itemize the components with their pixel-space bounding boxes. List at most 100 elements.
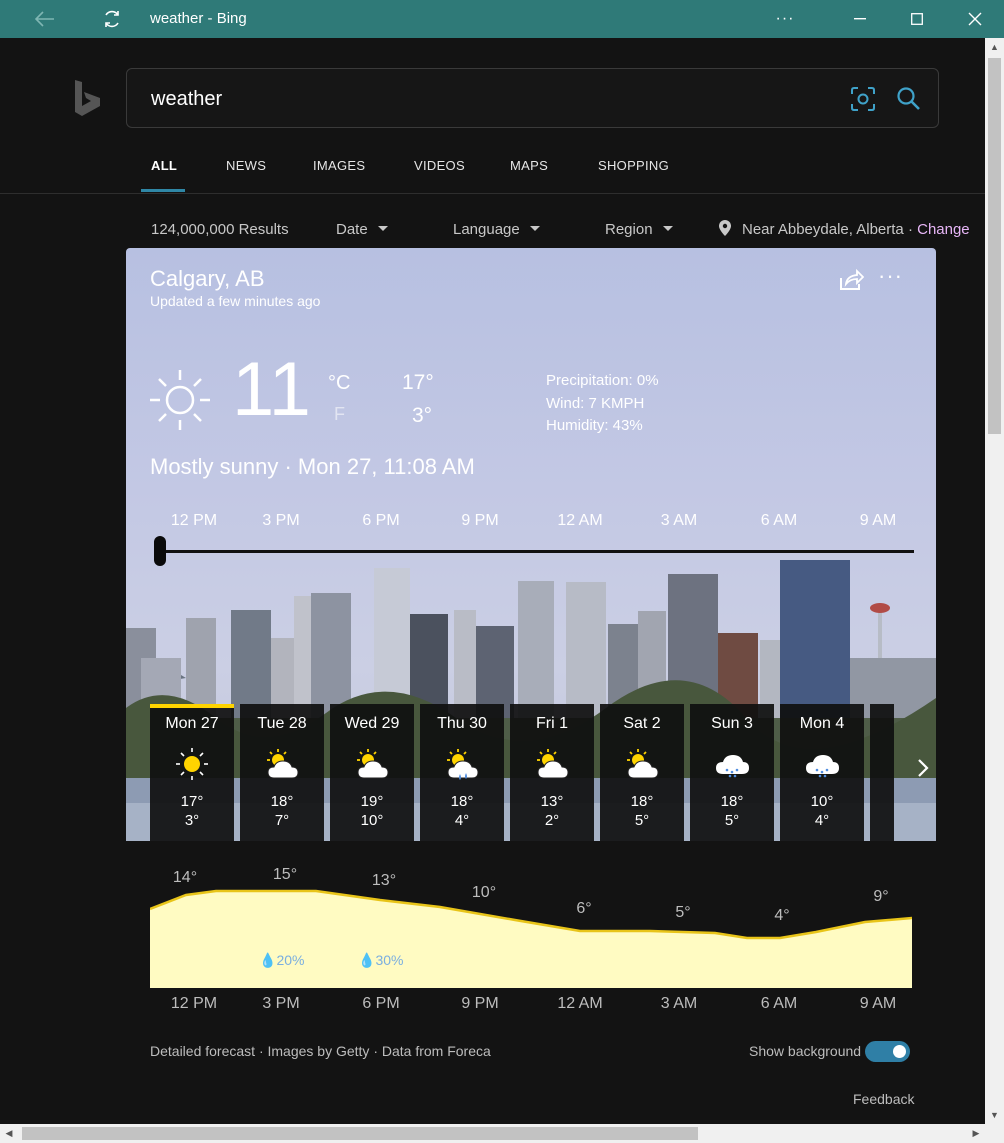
forecast-day-name: Sun 3 [711,715,753,732]
forecast-day-name: Tue 28 [257,715,307,732]
forecast-credits[interactable]: Detailed forecast · Images by Getty · Da… [150,1043,491,1059]
back-arrow-icon[interactable] [30,0,60,38]
forecast-low: 10° [360,812,384,829]
raindrop-icon: 💧 [358,952,376,968]
forecast-low: 3° [184,812,200,829]
search-input[interactable] [151,83,831,115]
hour-label[interactable]: 3 PM [241,512,321,530]
forecast-day[interactable]: Tu 1 4 [870,704,894,841]
forecast-low: 4 [870,812,894,829]
location-label: Near Abbeydale, Alberta · [742,221,918,238]
title-bar: weather - Bing ··· [0,0,1004,38]
search-icon[interactable] [895,85,923,113]
bing-logo[interactable] [72,78,104,118]
scroll-up-icon[interactable]: ▲ [985,38,1004,56]
tab-shopping[interactable]: SHOPPING [598,158,669,173]
condition-text: Mostly sunny · Mon 27, 11:08 AM [150,454,475,479]
sunny-icon [172,746,212,782]
chevron-down-icon [377,225,388,231]
window-title: weather - Bing [150,10,247,27]
change-location-link[interactable]: Change [917,221,970,238]
time-slider-track[interactable] [156,550,914,553]
date-filter[interactable]: Date [336,221,388,238]
forecast-day[interactable]: Mon 27 17° 3° [150,704,234,841]
minimize-icon[interactable] [845,0,875,38]
refresh-icon[interactable] [98,0,126,38]
raindrop-icon: 💧 [259,952,277,968]
forecast-day[interactable]: Mon 4 10° 4° [780,704,864,841]
forecast-day-name: Sat 2 [623,715,661,732]
graph-temp: 5° [675,904,691,921]
partly-cloudy-icon [352,746,392,782]
language-filter[interactable]: Language [453,221,540,238]
hour-label[interactable]: 3 AM [639,512,719,530]
hour-label[interactable]: 9 AM [838,512,918,530]
snow-cloud-icon [802,746,842,782]
unit-fahrenheit[interactable]: F [334,404,345,425]
horizontal-scroll-thumb[interactable] [22,1127,698,1140]
forecast-high: 18° [270,793,294,810]
snow-cloud-icon [892,746,894,782]
close-icon[interactable] [960,0,990,38]
show-background-toggle[interactable] [865,1041,910,1062]
vertical-scroll-thumb[interactable] [988,58,1001,434]
forecast-low: 5° [724,812,740,829]
location-pin-icon [719,220,731,240]
forecast-day[interactable]: Sun 3 18° 5° [690,704,774,841]
forecast-high: 1 [870,793,894,810]
horizontal-scrollbar[interactable]: ◀ ▶ [0,1124,1004,1143]
tab-news[interactable]: NEWS [226,158,266,173]
updated-time: Updated a few minutes ago [150,293,321,309]
forecast-day[interactable]: Tue 28 18° 7° [240,704,324,841]
forecast-day[interactable]: Fri 1 13° 2° [510,704,594,841]
scroll-left-icon[interactable]: ◀ [0,1124,18,1143]
weather-details: Precipitation: 0% Wind: 7 KMPH Humidity:… [546,370,659,438]
forecast-day[interactable]: Thu 30 18° 4° [420,704,504,841]
hour-label[interactable]: 9 PM [440,512,520,530]
tab-all[interactable]: ALL [151,158,177,173]
forecast-day-name: Tu [870,715,894,733]
feedback-link[interactable]: Feedback [853,1091,914,1107]
time-slider-thumb[interactable] [154,536,166,566]
forecast-day[interactable]: Wed 29 19° 10° [330,704,414,841]
forecast-high: 18° [630,793,654,810]
visual-search-icon[interactable] [849,85,877,113]
vertical-scrollbar[interactable]: ▲ ▼ [985,38,1004,1124]
precip-value: 30% [375,952,404,968]
graph-axis-label: 3 PM [262,995,300,1012]
show-background-label: Show background [749,1043,862,1059]
tab-images[interactable]: IMAGES [313,158,365,173]
scroll-down-icon[interactable]: ▼ [985,1106,1004,1124]
results-filters: 124,000,000 Results Date Language Region… [0,218,985,242]
forecast-day[interactable]: Sat 2 18° 5° [600,704,684,841]
region-filter[interactable]: Region [605,221,673,238]
humidity-text: Humidity: 43% [546,417,643,434]
forecast-high: 19° [360,793,384,810]
ellipsis-icon[interactable]: ··· [770,0,800,38]
forecast-day-name: Mon 4 [799,715,845,732]
graph-temp: 4° [774,907,790,924]
forecast-low: 2° [544,812,560,829]
graph-axis-label: 6 AM [760,995,798,1012]
tab-maps[interactable]: MAPS [510,158,548,173]
current-temperature: 11 [232,347,311,432]
hour-label[interactable]: 12 PM [154,512,234,530]
date-filter-label: Date [336,221,368,238]
share-icon[interactable] [838,268,865,292]
forecast-low: 5° [634,812,650,829]
more-options-icon[interactable]: ··· [878,265,908,292]
hour-label[interactable]: 6 AM [739,512,819,530]
maximize-icon[interactable] [902,0,932,38]
page-content: ALL NEWS IMAGES VIDEOS MAPS SHOPPING 124… [0,38,985,1124]
toggle-knob [893,1045,906,1058]
unit-celsius[interactable]: °C [328,372,350,395]
hour-label[interactable]: 12 AM [540,512,620,530]
partly-cloudy-rain-icon [442,746,482,782]
hour-label[interactable]: 6 PM [341,512,421,530]
chevron-right-icon[interactable] [910,753,936,783]
tab-videos[interactable]: VIDEOS [414,158,465,173]
scroll-right-icon[interactable]: ▶ [967,1124,985,1143]
graph-axis-label: 12 AM [557,995,603,1012]
forecast-high: 18° [720,793,744,810]
region-filter-label: Region [605,221,653,238]
